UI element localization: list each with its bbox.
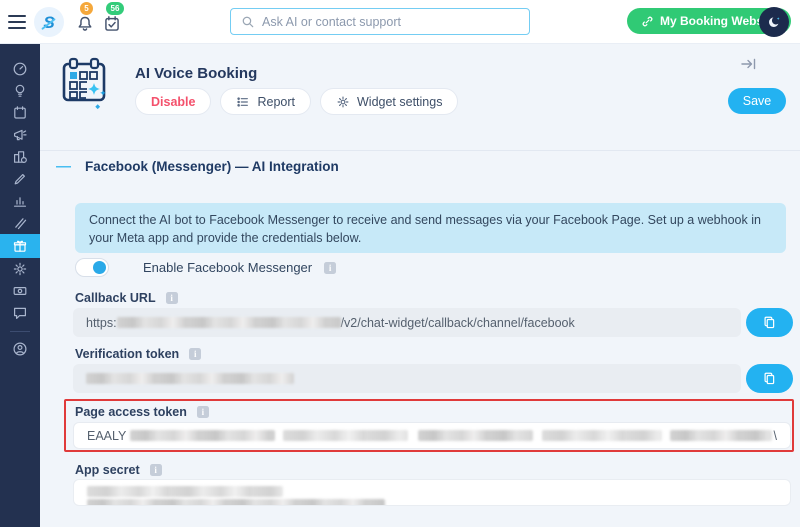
redacted-text — [542, 430, 662, 441]
copy-callback-url-button[interactable] — [746, 308, 793, 337]
theme-toggle-moon-icon[interactable] — [759, 7, 789, 37]
top-bar: S 5 56 My Booking Website — [0, 0, 800, 44]
bar-chart-icon — [12, 193, 28, 209]
info-icon[interactable]: i — [166, 292, 178, 304]
header-divider — [40, 150, 800, 151]
toggle-knob — [93, 261, 106, 274]
diagonal-lines-icon — [12, 215, 28, 231]
banknote-icon — [12, 283, 28, 299]
callback-url-input[interactable]: https:/v2/chat-widget/callback/channel/f… — [73, 308, 741, 337]
tasks-badge: 56 — [106, 2, 124, 15]
sidebar-item-reports[interactable] — [0, 190, 40, 212]
app-secret-input[interactable] — [73, 479, 791, 506]
app-window: S 5 56 My Booking Website — [0, 0, 800, 527]
gear-icon — [12, 261, 28, 277]
enable-messenger-label: Enable Facebook Messenger — [143, 260, 312, 275]
page-access-token-input[interactable]: EAALY\ — [73, 422, 791, 449]
sidebar-item-calendar[interactable] — [0, 102, 40, 124]
sidebar-item-chat[interactable] — [0, 302, 40, 324]
sidebar-item-design[interactable] — [0, 212, 40, 234]
redacted-text — [283, 430, 408, 441]
lightbulb-icon — [12, 83, 28, 99]
sidebar-item-custom-features[interactable] — [0, 234, 40, 258]
info-icon[interactable]: i — [197, 406, 209, 418]
collapse-panel-icon[interactable] — [740, 56, 758, 72]
notifications-badge: 5 — [80, 2, 93, 15]
widget-settings-button[interactable]: Widget settings — [320, 88, 458, 115]
copy-icon — [762, 371, 777, 386]
redacted-text — [117, 317, 341, 328]
enable-messenger-row: Enable Facebook Messenger i — [75, 258, 336, 277]
info-banner: Connect the AI bot to Facebook Messenger… — [75, 203, 786, 253]
redacted-text — [670, 430, 771, 441]
copy-icon — [762, 315, 777, 330]
main-content: AI Voice Booking Disable Report Widget s… — [40, 44, 800, 527]
sidebar-item-edit[interactable] — [0, 168, 40, 190]
page-access-token-label-row: Page access token i — [75, 405, 209, 419]
redacted-text — [87, 486, 283, 497]
save-button[interactable]: Save — [728, 88, 786, 114]
sidebar-item-company[interactable] — [0, 146, 40, 168]
app-secret-label-row: App secret i — [75, 463, 162, 477]
page-title: AI Voice Booking — [135, 65, 257, 82]
disable-button[interactable]: Disable — [135, 88, 211, 115]
search-input[interactable] — [262, 15, 519, 29]
search-icon — [241, 15, 255, 29]
section-title: Facebook (Messenger) — AI Integration — [85, 159, 339, 174]
verification-token-label-row: Verification token i — [75, 347, 201, 361]
hamburger-menu-icon[interactable] — [8, 15, 28, 29]
tasks-calendar-icon[interactable] — [103, 15, 121, 33]
sidebar-item-payments[interactable] — [0, 280, 40, 302]
buildings-gear-icon — [12, 149, 28, 165]
redacted-text — [86, 373, 294, 384]
sidebar-item-settings[interactable] — [0, 258, 40, 280]
redacted-text — [87, 499, 385, 506]
section-header: — Facebook (Messenger) — AI Integration — [56, 158, 339, 175]
link-icon — [641, 15, 654, 28]
gauge-icon — [12, 61, 28, 77]
megaphone-icon — [12, 127, 28, 143]
callback-url-label-row: Callback URL i — [75, 291, 178, 305]
copy-verification-token-button[interactable] — [746, 364, 793, 393]
search-box[interactable] — [230, 8, 530, 35]
redacted-text — [418, 430, 533, 441]
notifications-bell-icon[interactable] — [76, 15, 94, 33]
info-icon[interactable]: i — [324, 262, 336, 274]
calendar-icon — [12, 105, 28, 121]
info-icon[interactable]: i — [150, 464, 162, 476]
report-button[interactable]: Report — [220, 88, 311, 115]
list-icon — [236, 95, 250, 109]
chat-bubble-icon — [12, 305, 28, 321]
sidebar-item-profile[interactable] — [0, 338, 40, 360]
sidebar-item-insights[interactable] — [0, 80, 40, 102]
section-collapse-toggle[interactable]: — — [56, 158, 71, 175]
app-logo[interactable]: S — [34, 7, 64, 37]
gear-icon — [336, 95, 350, 109]
person-circle-icon — [12, 341, 28, 357]
sidebar-item-dashboard[interactable] — [0, 58, 40, 80]
verification-token-input[interactable] — [73, 364, 741, 393]
page-actions: Disable Report Widget settings — [135, 88, 458, 115]
redacted-text — [130, 430, 274, 441]
enable-messenger-toggle[interactable] — [75, 258, 109, 277]
sidebar-divider — [10, 331, 30, 332]
ai-voice-booking-icon — [60, 57, 108, 111]
gift-icon — [12, 238, 28, 254]
info-icon[interactable]: i — [189, 348, 201, 360]
sidebar-nav — [0, 44, 40, 527]
sidebar-item-marketing[interactable] — [0, 124, 40, 146]
pencil-icon — [12, 171, 28, 187]
